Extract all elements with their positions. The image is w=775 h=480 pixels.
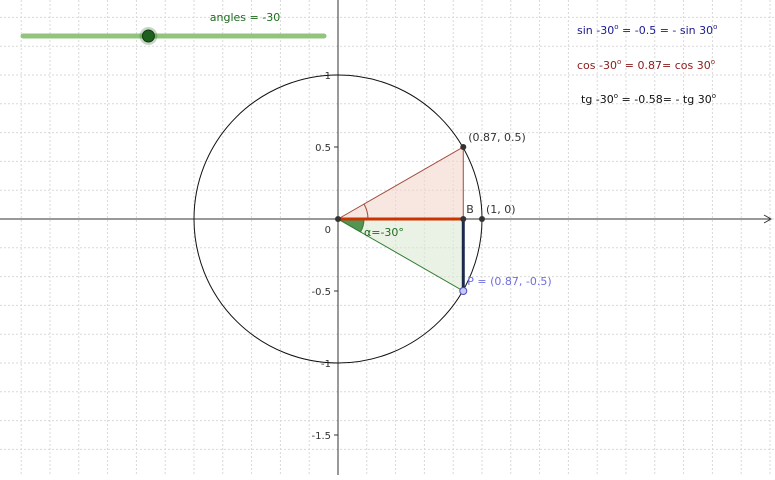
tg-equation: tg -30o = -0.58= - tg 30o [581,92,716,106]
point-b [460,216,467,222]
point-p-label: P = (0.87, -0.5) [467,275,551,288]
sin-equation: sin -30o = -0.5 = - sin 30o [577,23,717,37]
point-b-label: B [466,203,474,216]
upper-point [460,144,467,150]
y-tick-label: 0.5 [315,143,331,154]
unit-point-label: (1, 0) [486,203,516,216]
angle-sector [336,218,365,233]
angle-slider[interactable]: angles = -30 [20,11,327,45]
slider-knob[interactable] [141,29,155,43]
y-tick-label: 1 [325,71,331,82]
geometry-canvas: 1 0.5 0 -0.5 -1 -1.5 (0.87, 0.5) B (1, 0) P =… [0,0,775,475]
slider-label: angles = -30 [210,11,280,24]
graphics-view: 1 0.5 0 -0.5 -1 -1.5 (0.87, 0.5) B (1, 0) P =… [0,0,775,475]
origin-point [335,216,341,222]
y-tick-label: 0 [325,225,331,236]
y-tick-label: -1.5 [311,431,331,442]
point-p[interactable] [459,287,468,295]
cos-equation: cos -30o = 0.87= cos 30o [577,58,715,72]
y-tick-label: -1 [321,359,331,370]
angle-label: α=-30° [364,226,404,239]
y-axis-ticks: 1 0.5 0 -0.5 -1 -1.5 [311,71,338,442]
y-tick-label: -0.5 [311,287,331,298]
upper-point-label: (0.87, 0.5) [468,131,526,144]
unit-point [479,216,485,222]
upper-triangle [336,146,464,220]
